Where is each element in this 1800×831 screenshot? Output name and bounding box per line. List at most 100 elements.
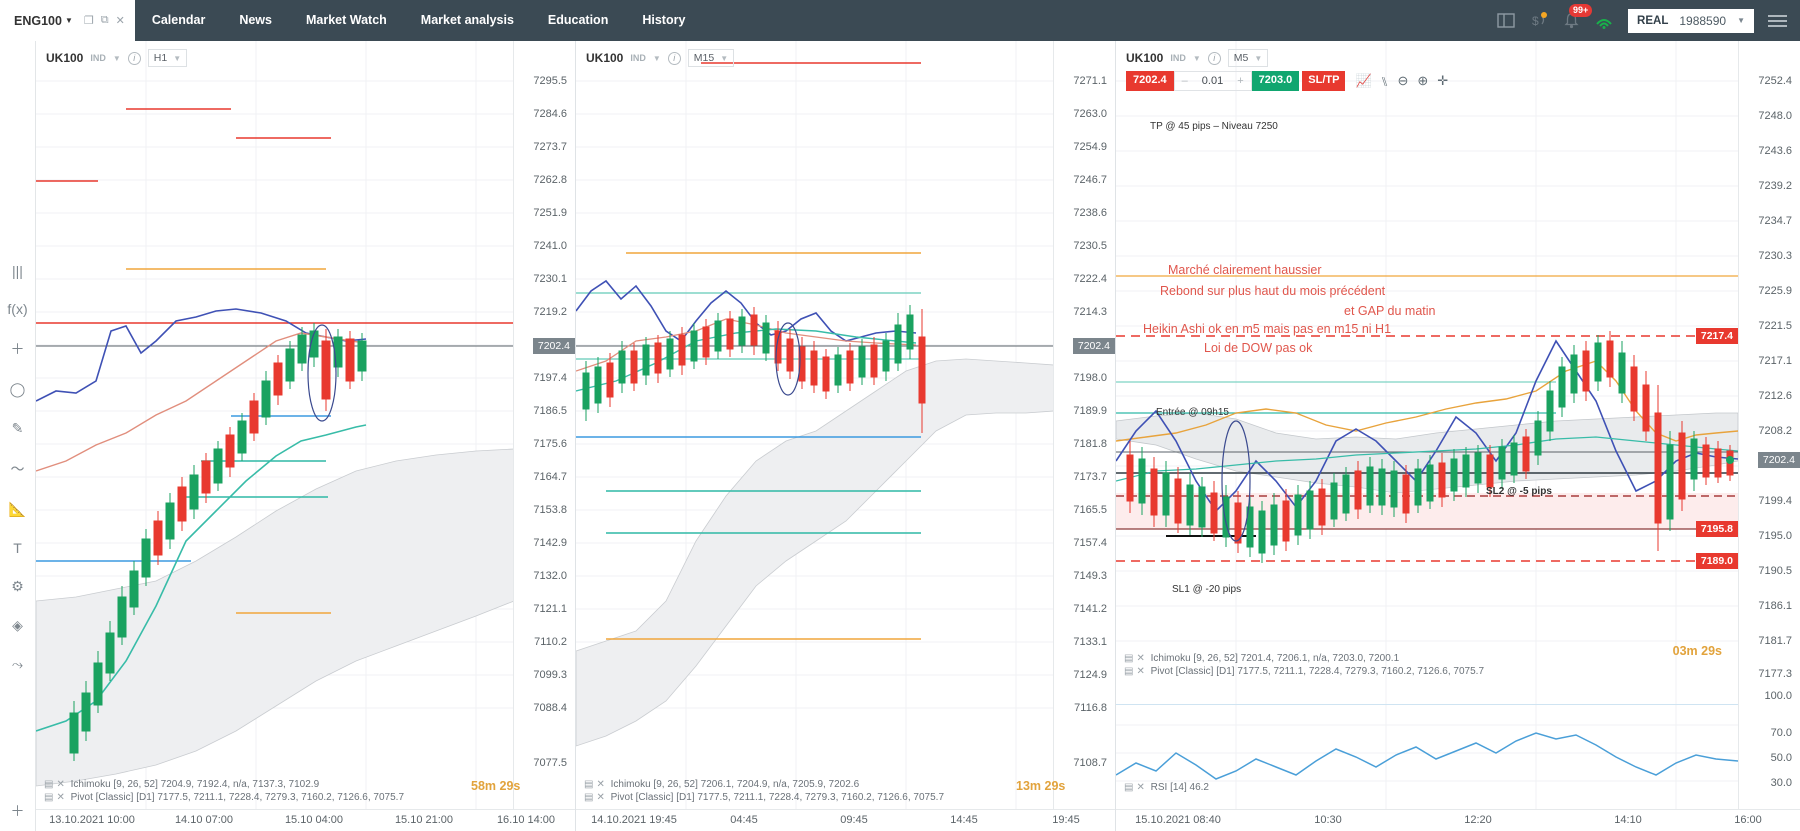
nav-item-market-analysis[interactable]: Market analysis [404, 0, 531, 41]
chevron-down-icon[interactable]: ▼ [720, 54, 728, 63]
chart-plot-m5[interactable] [1116, 41, 1738, 809]
indicator-icon[interactable]: ⑊ [1381, 74, 1389, 89]
chevron-down-icon[interactable]: ▼ [1193, 54, 1201, 63]
nav-item-calendar[interactable]: Calendar [135, 0, 223, 41]
chart-symbol[interactable]: UK100 [46, 51, 83, 65]
wifi-icon[interactable] [1594, 13, 1614, 29]
timeframe-selector[interactable]: M5 ▼ [1227, 49, 1269, 67]
indicator-legend-rsi[interactable]: ▤ ✕ RSI [14] 46.2 [1124, 782, 1209, 793]
price-axis-h1[interactable]: 7295.5 7284.6 7273.7 7262.8 7251.9 7241.… [513, 41, 575, 831]
chart-plot-h1[interactable] [36, 41, 513, 809]
account-selector[interactable]: REAL 1988590 ▼ [1628, 8, 1754, 33]
menu-icon[interactable] [1768, 14, 1787, 27]
price-axis-m5[interactable]: 7252.4 7248.0 7243.6 7239.2 7234.7 7230.… [1738, 41, 1800, 831]
stop-loss-1-tag[interactable]: 7189.0 [1695, 553, 1738, 569]
close-icon[interactable]: ✕ [1136, 666, 1144, 677]
close-icon[interactable]: ✕ [1136, 782, 1144, 793]
chevron-down-icon[interactable]: ▼ [173, 54, 181, 63]
close-icon[interactable]: ✕ [56, 792, 64, 803]
time-tick: 14.10.2021 19:45 [591, 814, 677, 826]
text-icon[interactable]: T [13, 540, 22, 556]
price-tick: 7199.4 [1758, 495, 1792, 507]
active-tab[interactable]: ENG100 ▼ ❐ ⧉ ✕ [0, 0, 135, 41]
take-profit-tag[interactable]: 7217.4 [1695, 328, 1738, 344]
zoom-in-icon[interactable]: ⊕ [1417, 73, 1428, 89]
eye-icon[interactable]: ▤ [44, 792, 53, 803]
nav-item-market-watch[interactable]: Market Watch [289, 0, 404, 41]
bell-icon[interactable]: 99+ [1563, 4, 1593, 29]
close-icon[interactable]: ✕ [596, 792, 604, 803]
eye-icon[interactable]: ▤ [1124, 653, 1133, 664]
chart-panel-m15[interactable]: UK100 IND ▼ i M15 ▼ 7271.1 7263.0 7254.9… [576, 41, 1116, 831]
chart-panel-m5[interactable]: UK100 IND ▼ i M5 ▼ 7202.4 – 0.01 + 7203.… [1116, 41, 1800, 831]
chevron-down-icon[interactable]: ▼ [113, 54, 121, 63]
line-tool-icon[interactable]: 📈 [1355, 73, 1371, 89]
zoom-out-icon[interactable]: ⊖ [1397, 73, 1408, 89]
time-axis-h1[interactable]: 13.10.2021 10:00 14.10 07:00 15.10 04:00… [36, 809, 575, 831]
close-icon[interactable]: ✕ [1136, 653, 1144, 664]
settings-icon[interactable]: ⚙ [11, 578, 24, 595]
chart-panel-h1[interactable]: UK100 IND ▼ i H1 ▼ 7295.5 7284.6 7273.7 … [36, 41, 576, 831]
indicator-legend-pivot[interactable]: ▤ ✕ Pivot [Classic] [D1] 7177.5, 7211.1, … [584, 792, 944, 803]
share-icon[interactable]: ⤳ [12, 656, 23, 673]
indicator-legend-ichimoku[interactable]: ▤ ✕ Ichimoku [9, 26, 52] 7201.4, 7206.1, … [1124, 653, 1399, 664]
window-icon[interactable]: ⧉ [101, 14, 109, 27]
price-tick: 7189.9 [1073, 405, 1107, 417]
layers-icon[interactable]: ◈ [12, 617, 23, 634]
close-icon[interactable]: ✕ [56, 779, 64, 790]
bars-icon[interactable]: ||| [12, 263, 23, 279]
info-icon[interactable]: i [1207, 51, 1221, 65]
wave-icon[interactable]: 〜 [11, 459, 25, 479]
chevron-down-icon[interactable]: ▼ [653, 54, 661, 63]
decrease-quantity-button[interactable]: – [1175, 72, 1195, 90]
layout-icon[interactable] [1497, 13, 1515, 28]
sl-tp-button[interactable]: SL/TP [1302, 71, 1346, 91]
indicator-legend-pivot[interactable]: ▤ ✕ Pivot [Classic] [D1] 7177.5, 7211.1, … [1124, 666, 1484, 677]
sell-button[interactable]: 7202.4 [1126, 71, 1174, 91]
close-icon[interactable]: ✕ [116, 14, 125, 27]
eye-icon[interactable]: ▤ [584, 792, 593, 803]
quantity-stepper[interactable]: – 0.01 + [1173, 71, 1252, 91]
price-axis-m15[interactable]: 7271.1 7263.0 7254.9 7246.7 7238.6 7230.… [1053, 41, 1115, 831]
chart-symbol[interactable]: UK100 [586, 51, 623, 65]
indicator-legend-pivot[interactable]: ▤ ✕ Pivot [Classic] [D1] 7177.5, 7211.1, … [44, 792, 404, 803]
rsi-panel[interactable] [1116, 704, 1739, 809]
timeframe-selector[interactable]: H1 ▼ [147, 49, 188, 67]
eye-icon[interactable]: ▤ [1124, 666, 1133, 677]
info-icon[interactable]: i [127, 51, 141, 65]
quantity-input[interactable]: 0.01 [1195, 72, 1230, 90]
increase-quantity-button[interactable]: + [1230, 72, 1250, 90]
svg-text:$: $ [1532, 14, 1539, 28]
nav-item-education[interactable]: Education [531, 0, 625, 41]
close-icon[interactable]: ✕ [596, 779, 604, 790]
nav-item-news[interactable]: News [222, 0, 289, 41]
account-type: REAL [1637, 14, 1669, 27]
function-icon[interactable]: f(x) [7, 301, 27, 317]
eye-icon[interactable]: ▤ [584, 779, 593, 790]
buy-button[interactable]: 7203.0 [1251, 71, 1300, 91]
annotation-line-4: Heikin Ashi ok en m5 mais pas en m15 ni … [1143, 322, 1392, 336]
restore-icon[interactable]: ❐ [84, 14, 94, 27]
chevron-down-icon[interactable]: ▼ [1737, 16, 1745, 25]
plus-icon[interactable]: ＋ [11, 339, 25, 359]
chevron-down-icon[interactable]: ▼ [1254, 54, 1262, 63]
sound-money-icon[interactable]: $ [1529, 12, 1549, 29]
eye-icon[interactable]: ▤ [1124, 782, 1133, 793]
nav-item-history[interactable]: History [625, 0, 702, 41]
crosshair-icon[interactable]: ✛ [1437, 73, 1448, 89]
eye-icon[interactable]: ▤ [44, 779, 53, 790]
indicator-legend-ichimoku[interactable]: ▤ ✕ Ichimoku [9, 26, 52] 7204.9, 7192.4, … [44, 779, 319, 790]
time-axis-m15[interactable]: 14.10.2021 19:45 04:45 09:45 14:45 19:45 [576, 809, 1115, 831]
time-axis-m5[interactable]: 15.10.2021 08:40 10:30 12:20 14:10 16:00 [1116, 809, 1800, 831]
indicator-legend-ichimoku[interactable]: ▤ ✕ Ichimoku [9, 26, 52] 7206.1, 7204.9, … [584, 779, 859, 790]
pencil-icon[interactable]: ✎ [12, 420, 24, 437]
ruler-icon[interactable]: 📐 [9, 501, 26, 518]
info-icon[interactable]: i [667, 51, 681, 65]
timeframe-selector[interactable]: M15 ▼ [687, 49, 735, 67]
stop-loss-2-tag[interactable]: 7195.8 [1695, 521, 1738, 537]
chevron-down-icon[interactable]: ▼ [65, 16, 73, 25]
circle-icon[interactable]: ◯ [10, 381, 26, 398]
chart-symbol[interactable]: UK100 [1126, 51, 1163, 65]
chart-plot-m15[interactable] [576, 41, 1053, 809]
add-icon[interactable]: ＋ [11, 801, 25, 821]
